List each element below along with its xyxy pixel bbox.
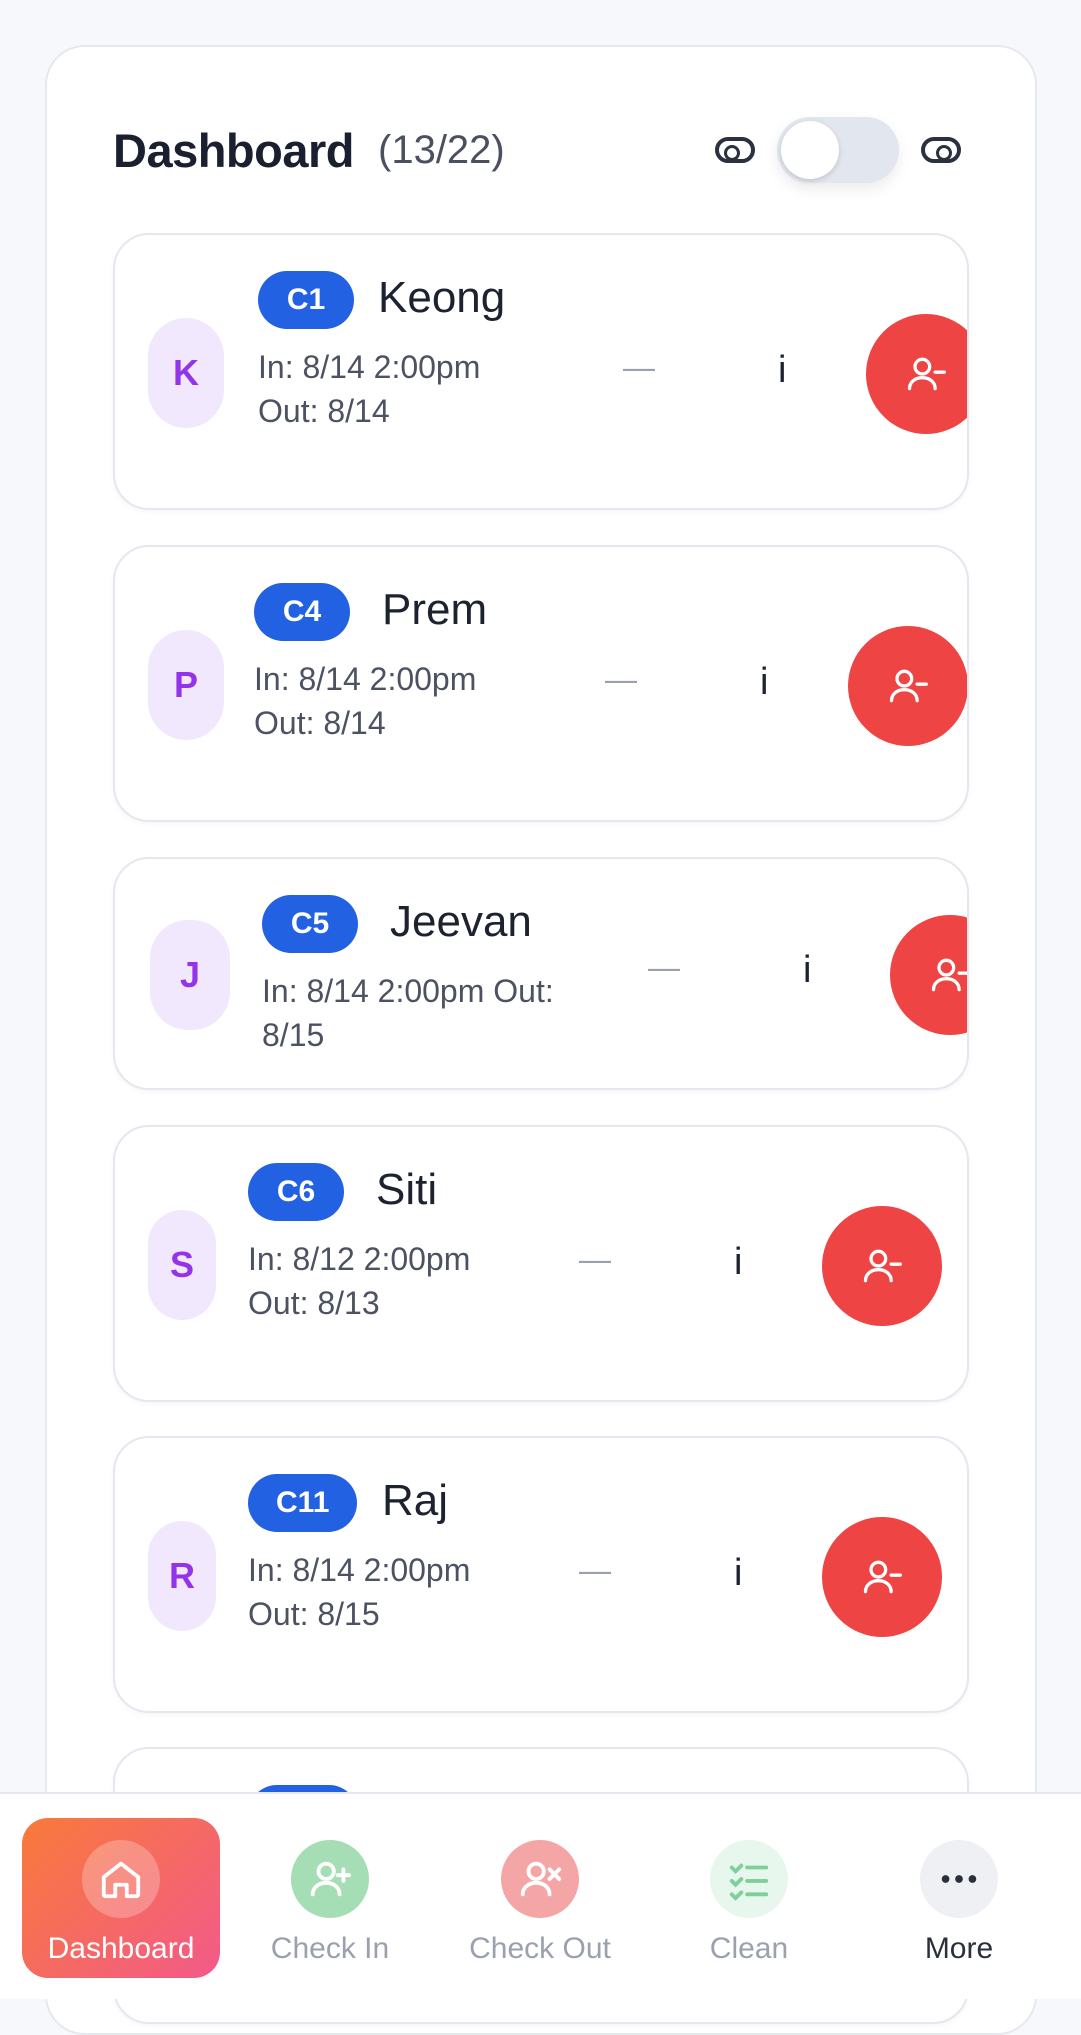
checkout-guest-button[interactable] (866, 314, 967, 434)
info-button[interactable]: i (734, 1552, 742, 1595)
nav-label: Check Out (469, 1932, 611, 1965)
toggle-off-icon (715, 137, 755, 163)
nav-more[interactable]: More (860, 1818, 1058, 1978)
stay-dates: In: 8/14 2:00pm Out: 8/14 (258, 349, 481, 429)
info-button[interactable]: i (734, 1241, 742, 1284)
occupancy-count: (13/22) (378, 127, 505, 172)
user-minus-icon (863, 1560, 902, 1594)
more-icon (920, 1840, 998, 1918)
checkout-guest-button[interactable] (890, 915, 967, 1035)
toggle-on-icon (921, 137, 961, 163)
user-plus-icon (291, 1840, 369, 1918)
guest-name: Prem (382, 585, 488, 634)
info-button[interactable]: i (760, 661, 768, 704)
status-placeholder: — (605, 661, 637, 697)
guest-avatar: J (150, 920, 230, 1030)
stay-dates: In: 8/14 2:00pm Out: 8/14 (254, 661, 477, 741)
user-minus-icon (931, 958, 967, 992)
status-placeholder: — (623, 349, 655, 385)
nav-check-in[interactable]: Check In (231, 1818, 429, 1978)
booking-card[interactable]: S C6 Siti In: 8/12 2:00pm Out: 8/13 — i (113, 1125, 969, 1402)
room-badge: C6 (248, 1163, 344, 1221)
guest-avatar: P (148, 630, 224, 740)
stay-dates: In: 8/12 2:00pm Out: 8/13 (248, 1241, 471, 1321)
user-x-icon (501, 1840, 579, 1918)
nav-clean[interactable]: Clean (650, 1818, 848, 1978)
bottom-nav: Dashboard Check In Check Out Clean More (0, 1792, 1081, 1999)
guest-name: Keong (378, 273, 506, 322)
dashboard-header: Dashboard (13/22) (113, 120, 505, 180)
nav-label: Dashboard (47, 1932, 195, 1965)
stay-dates: In: 8/14 2:00pm Out: 8/15 (262, 973, 554, 1053)
status-placeholder: — (579, 1241, 611, 1277)
room-badge: C1 (258, 271, 354, 329)
user-minus-icon (889, 669, 928, 703)
user-minus-icon (863, 1249, 902, 1283)
checklist-icon (710, 1840, 788, 1918)
room-badge: C11 (248, 1474, 358, 1532)
guest-avatar: K (148, 318, 224, 428)
room-badge: C4 (254, 583, 350, 641)
user-minus-icon (907, 357, 946, 391)
status-placeholder: — (579, 1552, 611, 1588)
home-icon (82, 1840, 160, 1918)
room-badge: C5 (262, 895, 358, 953)
view-toggle (715, 113, 961, 187)
info-button[interactable]: i (778, 349, 786, 392)
checkout-guest-button[interactable] (822, 1206, 942, 1326)
booking-card[interactable]: P C4 Prem In: 8/14 2:00pm Out: 8/14 — i (113, 545, 969, 822)
nav-dashboard[interactable]: Dashboard (22, 1818, 220, 1978)
nav-label: More (924, 1932, 994, 1965)
guest-avatar: R (148, 1521, 216, 1631)
booking-card[interactable]: R C11 Raj In: 8/14 2:00pm Out: 8/15 — i (113, 1436, 969, 1713)
stay-dates: In: 8/14 2:00pm Out: 8/15 (248, 1552, 471, 1632)
guest-name: Raj (382, 1476, 449, 1525)
page-title: Dashboard (113, 123, 355, 177)
switch-knob (781, 121, 839, 179)
booking-card[interactable]: J C5 Jeevan In: 8/14 2:00pm Out: 8/15 — … (113, 857, 969, 1090)
status-placeholder: — (648, 949, 680, 985)
nav-label: Check In (270, 1932, 390, 1965)
nav-check-out[interactable]: Check Out (441, 1818, 639, 1978)
booking-card[interactable]: K C1 Keong In: 8/14 2:00pm Out: 8/14 — i (113, 233, 969, 510)
guest-name: Siti (376, 1165, 438, 1214)
guest-avatar: S (148, 1210, 216, 1320)
checkout-guest-button[interactable] (848, 626, 967, 746)
nav-label: Clean (709, 1932, 789, 1965)
view-mode-switch[interactable] (777, 117, 899, 183)
guest-name: Jeevan (390, 897, 532, 946)
info-button[interactable]: i (803, 949, 811, 992)
checkout-guest-button[interactable] (822, 1517, 942, 1637)
